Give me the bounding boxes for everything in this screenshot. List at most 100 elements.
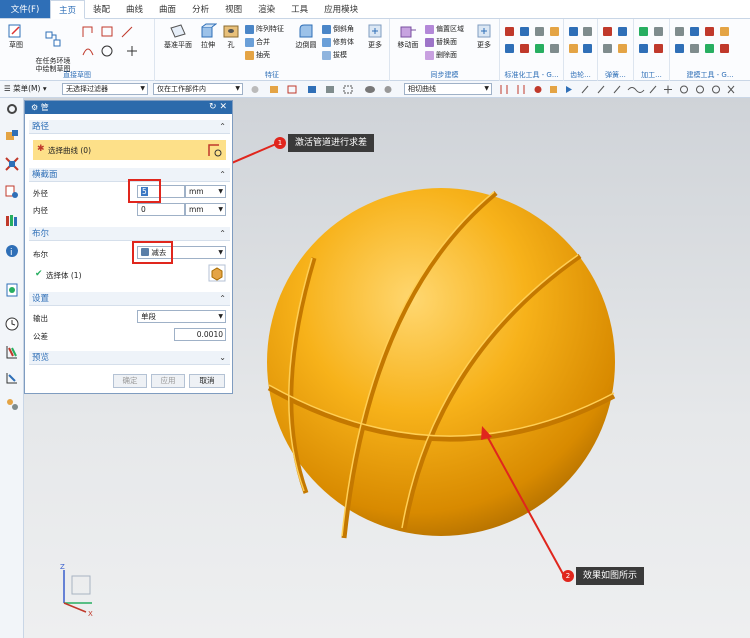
tab-view[interactable]: 视图 — [217, 0, 250, 18]
reuse-library-icon[interactable] — [4, 212, 20, 228]
std-tool-icon[interactable] — [505, 44, 514, 53]
task-sketch-button[interactable]: 在任务环境 中绘制草图 — [33, 22, 73, 73]
shell-button[interactable]: 抽壳 — [245, 50, 270, 60]
section-header-path[interactable]: 路径 ⌃ — [29, 120, 230, 134]
tab-home[interactable]: 主页 — [50, 0, 86, 19]
visual-analysis-icon[interactable] — [4, 344, 20, 360]
more-sync-button[interactable]: 更多 — [474, 22, 494, 49]
tab-applications[interactable]: 应用模块 — [316, 0, 366, 18]
section-header-settings[interactable]: 设置 ⌃ — [29, 292, 230, 306]
filter-icon[interactable] — [384, 86, 392, 93]
selection-scope-combo[interactable]: 仅在工作部件内 ▼ — [153, 83, 243, 95]
modeling-tool-icon[interactable] — [675, 27, 684, 36]
box-select-icon[interactable] — [287, 85, 297, 94]
gear-icon[interactable] — [583, 44, 592, 53]
arc-icon[interactable] — [82, 48, 94, 56]
gear-icon[interactable] — [583, 27, 592, 36]
circle-icon[interactable] — [101, 45, 113, 57]
rectangle-icon[interactable] — [101, 26, 113, 37]
std-tool-icon[interactable] — [520, 27, 529, 36]
select-curve-row[interactable]: ✱ 选择曲线 (0) — [33, 140, 226, 160]
snap-point-icon[interactable] — [613, 85, 621, 94]
body-select-button[interactable] — [208, 264, 226, 282]
system-materials-icon[interactable] — [4, 396, 20, 412]
snap-point-icon[interactable] — [680, 85, 688, 94]
delete-face-button[interactable]: 删除面 — [425, 50, 457, 60]
std-tool-icon[interactable] — [550, 27, 559, 36]
snap-point-icon[interactable] — [581, 85, 589, 94]
profile-icon[interactable] — [82, 26, 93, 37]
modeling-tool-icon[interactable] — [705, 44, 714, 53]
trim-body-button[interactable]: 修剪体 — [322, 37, 354, 47]
snap-point-icon[interactable] — [664, 85, 672, 94]
snap-point-icon[interactable] — [649, 85, 657, 94]
web-browser-icon[interactable]: i — [4, 243, 20, 259]
sketch-button[interactable]: 草图 — [5, 22, 27, 49]
gear-icon[interactable] — [569, 44, 578, 53]
chevron-up-icon[interactable]: ⌃ — [219, 168, 226, 182]
chevron-up-icon[interactable]: ⌃ — [219, 292, 226, 306]
snap-point-icon[interactable] — [627, 87, 645, 93]
part-navigator-icon[interactable] — [4, 128, 20, 144]
dialog-title-bar[interactable]: ⚙ 管 ↻ ✕ — [25, 101, 232, 114]
std-tool-icon[interactable] — [550, 44, 559, 53]
menu-button[interactable]: ☰ 菜单(M) ▾ — [4, 83, 47, 95]
chevron-up-icon[interactable]: ⌃ — [219, 120, 226, 134]
unite-button[interactable]: 合并 — [245, 37, 270, 47]
snap-icon[interactable] — [251, 86, 259, 93]
std-tool-icon[interactable] — [535, 27, 544, 36]
modeling-tool-icon[interactable] — [720, 27, 729, 36]
close-icon[interactable]: ✕ — [219, 102, 227, 112]
snap-point-icon[interactable] — [566, 86, 572, 93]
edge-blend-button[interactable]: 边倒圆 — [291, 22, 321, 49]
tab-curve[interactable]: 曲线 — [118, 0, 151, 18]
curve-rule-combo[interactable]: 相切曲线 ▼ — [404, 83, 492, 95]
chevron-down-icon[interactable]: ⌄ — [219, 351, 226, 365]
datum-plane-button[interactable]: 基准平面 — [161, 22, 195, 49]
outer-unit-select[interactable]: mm ▼ — [185, 185, 226, 198]
gear-icon[interactable] — [569, 27, 578, 36]
view-icon[interactable] — [365, 86, 375, 93]
spring-icon[interactable] — [618, 27, 627, 36]
modeling-tool-icon[interactable] — [675, 44, 684, 53]
line-icon[interactable] — [121, 26, 133, 38]
std-tool-icon[interactable] — [535, 44, 544, 53]
spring-icon[interactable] — [618, 44, 627, 53]
snap-point-icon[interactable] — [712, 85, 720, 94]
select-icon[interactable] — [270, 86, 278, 93]
snap-point-icon[interactable] — [696, 85, 704, 94]
snap-point-icon[interactable] — [727, 85, 735, 94]
snap-point-icon[interactable] — [500, 85, 508, 94]
gear-icon[interactable] — [4, 101, 20, 117]
more-feature-button[interactable]: 更多 — [365, 22, 385, 49]
spring-icon[interactable] — [603, 44, 612, 53]
snap-point-icon[interactable] — [534, 86, 542, 93]
hole-button[interactable]: 孔 — [222, 22, 240, 49]
curve-select-icon[interactable] — [207, 142, 223, 158]
assembly-navigator-icon[interactable] — [4, 156, 20, 172]
machining-icon[interactable] — [654, 27, 663, 36]
plus-icon[interactable] — [127, 46, 137, 56]
chamfer-button[interactable]: 倒斜角 — [322, 24, 354, 34]
output-select[interactable]: 单段 ▼ — [137, 310, 226, 323]
basketball-sphere[interactable] — [267, 188, 615, 536]
modeling-tool-icon[interactable] — [720, 44, 729, 53]
machining-icon[interactable] — [639, 27, 648, 36]
section-header-preview[interactable]: 预览 ⌄ — [29, 351, 230, 365]
pattern-feature-button[interactable]: 阵列特征 — [245, 24, 284, 34]
modeling-tool-icon[interactable] — [705, 27, 714, 36]
cancel-button[interactable]: 取消 — [189, 374, 225, 388]
snap-point-icon[interactable] — [550, 86, 557, 93]
selection-filter-combo[interactable]: 无选择过滤器 ▼ — [62, 83, 148, 95]
snap-point-icon[interactable] — [517, 85, 525, 94]
constraint-navigator-icon[interactable] — [4, 184, 20, 200]
tab-surface[interactable]: 曲面 — [151, 0, 184, 18]
file-menu[interactable]: 文件(F) — [0, 0, 50, 18]
replace-face-button[interactable]: 替换面 — [425, 37, 457, 47]
extrude-button[interactable]: 拉伸 — [196, 22, 220, 49]
tab-assembly[interactable]: 装配 — [85, 0, 118, 18]
std-tool-icon[interactable] — [505, 27, 514, 36]
gear-icon[interactable]: ⚙ — [31, 103, 41, 112]
std-tool-icon[interactable] — [520, 44, 529, 53]
history-icon[interactable] — [4, 282, 20, 298]
